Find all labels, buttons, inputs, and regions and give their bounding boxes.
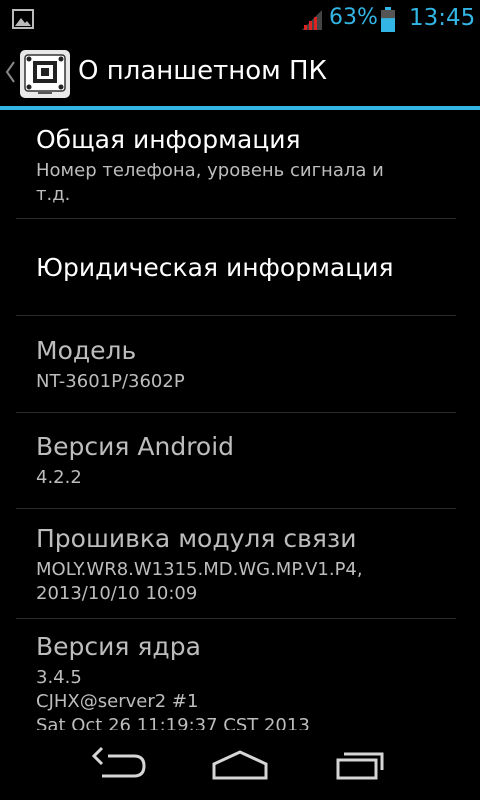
- divider: [16, 508, 456, 509]
- clock: 13:45: [409, 5, 476, 31]
- item-title: Прошивка модуля связи: [36, 524, 357, 553]
- item-subtitle: Номер телефона, уровень сигнала и т.д.: [36, 160, 384, 205]
- divider: [16, 218, 456, 219]
- recents-icon[interactable]: [332, 744, 392, 784]
- item-title: Юридическая информация: [36, 253, 394, 282]
- signal-icon: [302, 10, 322, 30]
- divider: [16, 315, 456, 316]
- item-title: Версия Android: [36, 432, 235, 461]
- item-subtitle: 4.2.2: [36, 467, 82, 488]
- divider: [16, 618, 456, 619]
- back-icon[interactable]: [90, 744, 150, 784]
- list-item-legal-info[interactable]: Юридическая информация: [36, 252, 446, 284]
- image-notification-icon: [12, 9, 34, 29]
- action-bar: О планшетном ПК: [0, 38, 480, 106]
- battery-icon: [381, 7, 395, 32]
- settings-app-icon[interactable]: [18, 48, 72, 100]
- status-bar: 63% 13:45: [0, 0, 480, 38]
- page-title: О планшетном ПК: [78, 56, 328, 86]
- list-item-android-version: Версия Android 4.2.2: [36, 431, 446, 490]
- navigation-bar: [0, 730, 480, 800]
- item-title: Модель: [36, 336, 137, 365]
- list-item-model: Модель NT-3601P/3602P: [36, 335, 446, 394]
- list-item-general-info[interactable]: Общая информация Номер телефона, уровень…: [36, 124, 446, 207]
- home-icon[interactable]: [210, 744, 270, 784]
- item-title: Версия ядра: [36, 632, 201, 661]
- list-item-baseband-version: Прошивка модуля связи MOLY.WR8.W1315.MD.…: [36, 523, 446, 606]
- item-subtitle: 3.4.5 CJHX@server2 #1 Sat Oct 26 11:19:3…: [36, 667, 310, 730]
- list-item-kernel-version: Версия ядра 3.4.5 CJHX@server2 #1 Sat Oc…: [36, 631, 446, 730]
- divider: [16, 412, 456, 413]
- item-subtitle: MOLY.WR8.W1315.MD.WG.MP.V1.P4, 2013/10/1…: [36, 559, 363, 604]
- battery-percent: 63%: [329, 5, 378, 30]
- item-subtitle: NT-3601P/3602P: [36, 371, 185, 392]
- item-title: Общая информация: [36, 125, 301, 154]
- settings-list[interactable]: Общая информация Номер телефона, уровень…: [0, 110, 480, 730]
- chevron-left-icon[interactable]: [4, 60, 16, 84]
